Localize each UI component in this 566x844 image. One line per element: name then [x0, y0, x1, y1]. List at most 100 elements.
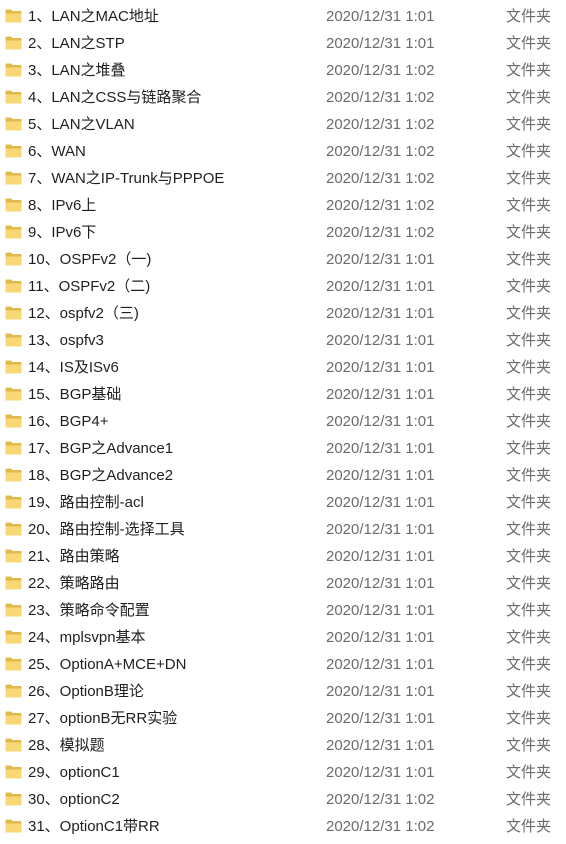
file-type: 文件夹	[506, 494, 552, 511]
file-row[interactable]: 14、IS及ISv6 2020/12/31 1:01 文件夹	[0, 354, 566, 381]
file-name[interactable]: 4、LAN之CSS与链路聚合	[28, 84, 201, 111]
file-type: 文件夹	[506, 278, 552, 295]
file-name[interactable]: 10、OSPFv2（一)	[28, 246, 151, 273]
file-name[interactable]: 26、OptionB理论	[28, 678, 144, 705]
file-name[interactable]: 2、LAN之STP	[28, 30, 125, 57]
file-row[interactable]: 12、ospfv2（三) 2020/12/31 1:01 文件夹	[0, 300, 566, 327]
modified-date: 2020/12/31 1:01	[326, 683, 435, 700]
file-name[interactable]: 28、模拟题	[28, 732, 105, 759]
file-type: 文件夹	[506, 305, 552, 322]
file-name[interactable]: 1、LAN之MAC地址	[28, 3, 159, 30]
folder-icon	[5, 279, 22, 293]
file-type: 文件夹	[506, 116, 552, 133]
file-type: 文件夹	[506, 737, 552, 754]
folder-icon	[5, 198, 22, 212]
file-name[interactable]: 17、BGP之Advance1	[28, 435, 173, 462]
file-name[interactable]: 25、OptionA+MCE+DN	[28, 651, 186, 678]
file-type: 文件夹	[506, 521, 552, 538]
file-name[interactable]: 23、策略命令配置	[28, 597, 150, 624]
file-name[interactable]: 22、策略路由	[28, 570, 120, 597]
file-row[interactable]: 16、BGP4+ 2020/12/31 1:01 文件夹	[0, 408, 566, 435]
file-row[interactable]: 21、路由策略 2020/12/31 1:01 文件夹	[0, 543, 566, 570]
file-row[interactable]: 8、IPv6上 2020/12/31 1:02 文件夹	[0, 192, 566, 219]
file-row[interactable]: 24、mplsvpn基本 2020/12/31 1:01 文件夹	[0, 624, 566, 651]
file-row[interactable]: 19、路由控制-acl 2020/12/31 1:01 文件夹	[0, 489, 566, 516]
folder-icon	[5, 549, 22, 563]
file-row[interactable]: 27、optionB无RR实验 2020/12/31 1:01 文件夹	[0, 705, 566, 732]
file-type: 文件夹	[506, 35, 552, 52]
file-name[interactable]: 30、optionC2	[28, 786, 120, 813]
file-row[interactable]: 6、WAN 2020/12/31 1:02 文件夹	[0, 138, 566, 165]
file-row[interactable]: 31、OptionC1带RR 2020/12/31 1:02 文件夹	[0, 813, 566, 840]
file-row[interactable]: 1、LAN之MAC地址 2020/12/31 1:01 文件夹	[0, 3, 566, 30]
file-row[interactable]: 20、路由控制-选择工具 2020/12/31 1:01 文件夹	[0, 516, 566, 543]
file-name[interactable]: 19、路由控制-acl	[28, 489, 144, 516]
file-row[interactable]: 13、ospfv3 2020/12/31 1:01 文件夹	[0, 327, 566, 354]
folder-icon	[5, 63, 22, 77]
file-name[interactable]: 9、IPv6下	[28, 219, 96, 246]
modified-date: 2020/12/31 1:01	[326, 35, 435, 52]
file-type: 文件夹	[506, 197, 552, 214]
file-name[interactable]: 11、OSPFv2（二)	[28, 273, 150, 300]
file-name[interactable]: 21、路由策略	[28, 543, 120, 570]
modified-date: 2020/12/31 1:01	[326, 251, 435, 268]
folder-icon	[5, 522, 22, 536]
file-name[interactable]: 3、LAN之堆叠	[28, 57, 126, 84]
modified-date: 2020/12/31 1:02	[326, 143, 435, 160]
file-name[interactable]: 18、BGP之Advance2	[28, 462, 173, 489]
folder-icon	[5, 9, 22, 23]
file-row[interactable]: 3、LAN之堆叠 2020/12/31 1:02 文件夹	[0, 57, 566, 84]
file-row[interactable]: 26、OptionB理论 2020/12/31 1:01 文件夹	[0, 678, 566, 705]
file-row[interactable]: 9、IPv6下 2020/12/31 1:02 文件夹	[0, 219, 566, 246]
file-name[interactable]: 8、IPv6上	[28, 192, 96, 219]
file-type: 文件夹	[506, 467, 552, 484]
file-name[interactable]: 13、ospfv3	[28, 327, 104, 354]
file-row[interactable]: 4、LAN之CSS与链路聚合 2020/12/31 1:02 文件夹	[0, 84, 566, 111]
file-row[interactable]: 15、BGP基础 2020/12/31 1:01 文件夹	[0, 381, 566, 408]
file-type: 文件夹	[506, 8, 552, 25]
file-row[interactable]: 30、optionC2 2020/12/31 1:02 文件夹	[0, 786, 566, 813]
modified-date: 2020/12/31 1:01	[326, 575, 435, 592]
file-name[interactable]: 14、IS及ISv6	[28, 354, 119, 381]
file-name[interactable]: 31、OptionC1带RR	[28, 813, 160, 840]
folder-icon	[5, 441, 22, 455]
modified-date: 2020/12/31 1:01	[326, 332, 435, 349]
file-name[interactable]: 16、BGP4+	[28, 408, 108, 435]
file-row[interactable]: 7、WAN之IP-Trunk与PPPOE 2020/12/31 1:02 文件夹	[0, 165, 566, 192]
file-name[interactable]: 29、optionC1	[28, 759, 120, 786]
file-row[interactable]: 10、OSPFv2（一) 2020/12/31 1:01 文件夹	[0, 246, 566, 273]
modified-date: 2020/12/31 1:01	[326, 386, 435, 403]
modified-date: 2020/12/31 1:01	[326, 521, 435, 538]
file-row[interactable]: 2、LAN之STP 2020/12/31 1:01 文件夹	[0, 30, 566, 57]
modified-date: 2020/12/31 1:01	[326, 764, 435, 781]
file-row[interactable]: 11、OSPFv2（二) 2020/12/31 1:01 文件夹	[0, 273, 566, 300]
file-row[interactable]: 25、OptionA+MCE+DN 2020/12/31 1:01 文件夹	[0, 651, 566, 678]
modified-date: 2020/12/31 1:02	[326, 62, 435, 79]
modified-date: 2020/12/31 1:02	[326, 116, 435, 133]
file-name[interactable]: 5、LAN之VLAN	[28, 111, 135, 138]
file-name[interactable]: 20、路由控制-选择工具	[28, 516, 185, 543]
modified-date: 2020/12/31 1:02	[326, 791, 435, 808]
file-name[interactable]: 7、WAN之IP-Trunk与PPPOE	[28, 165, 224, 192]
file-row[interactable]: 17、BGP之Advance1 2020/12/31 1:01 文件夹	[0, 435, 566, 462]
file-row[interactable]: 5、LAN之VLAN 2020/12/31 1:02 文件夹	[0, 111, 566, 138]
file-name[interactable]: 15、BGP基础	[28, 381, 121, 408]
modified-date: 2020/12/31 1:01	[326, 737, 435, 754]
modified-date: 2020/12/31 1:01	[326, 494, 435, 511]
file-row[interactable]: 18、BGP之Advance2 2020/12/31 1:01 文件夹	[0, 462, 566, 489]
file-row[interactable]: 29、optionC1 2020/12/31 1:01 文件夹	[0, 759, 566, 786]
modified-date: 2020/12/31 1:02	[326, 224, 435, 241]
file-name[interactable]: 6、WAN	[28, 138, 86, 165]
file-type: 文件夹	[506, 656, 552, 673]
file-row[interactable]: 28、模拟题 2020/12/31 1:01 文件夹	[0, 732, 566, 759]
file-row[interactable]: 23、策略命令配置 2020/12/31 1:01 文件夹	[0, 597, 566, 624]
file-row[interactable]: 22、策略路由 2020/12/31 1:01 文件夹	[0, 570, 566, 597]
file-name[interactable]: 12、ospfv2（三)	[28, 300, 139, 327]
modified-date: 2020/12/31 1:02	[326, 197, 435, 214]
file-type: 文件夹	[506, 170, 552, 187]
file-type: 文件夹	[506, 359, 552, 376]
file-name[interactable]: 24、mplsvpn基本	[28, 624, 146, 651]
file-name[interactable]: 27、optionB无RR实验	[28, 705, 177, 732]
file-type: 文件夹	[506, 251, 552, 268]
folder-icon	[5, 306, 22, 320]
